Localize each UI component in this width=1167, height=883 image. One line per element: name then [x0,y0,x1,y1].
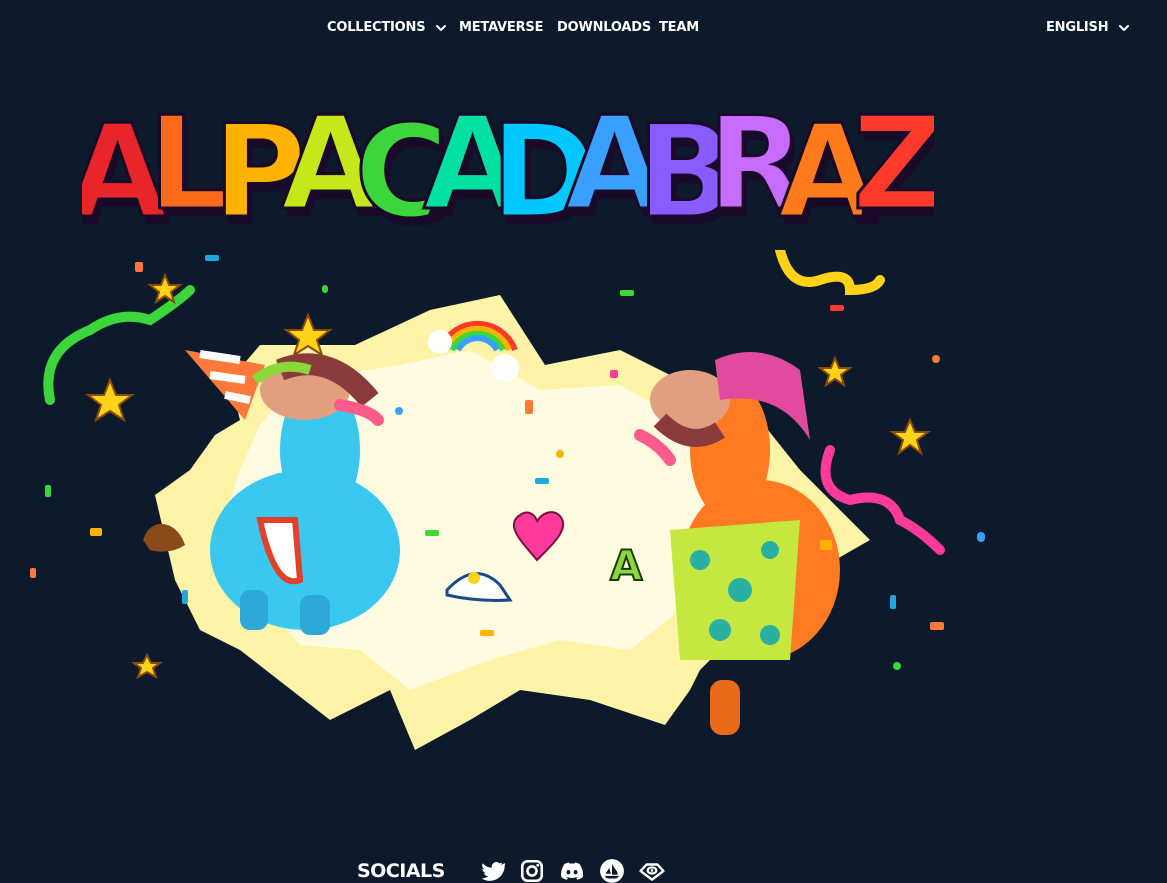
instagram-icon[interactable] [519,858,545,883]
hero-logo: AALLPPAACCAADDAABBRRAAZZ [82,92,934,252]
nav-metaverse[interactable]: METAVERSE [459,20,543,35]
chevron-down-icon [1118,22,1130,34]
language-label: ENGLISH [1046,20,1109,35]
socials-label: SOCIALS [357,860,445,882]
nav-team-label: TEAM [659,20,699,35]
nav-downloads-label: DOWNLOADS [557,20,651,35]
opensea-icon[interactable] [599,858,625,883]
socials-section: SOCIALS [357,858,665,883]
green-streamer [43,285,195,405]
chevron-down-icon [435,22,447,34]
yellow-streamer [775,250,885,296]
nav-team[interactable]: TEAM [659,20,699,35]
twitter-icon[interactable] [479,858,505,883]
nav-metaverse-label: METAVERSE [459,20,544,35]
looksrare-icon[interactable] [639,858,665,883]
nav-collections-label: COLLECTIONS [327,20,426,35]
logo-wordmark: AALLPPAACCAADDAABBRRAAZZ [82,92,934,252]
top-navigation: COLLECTIONS METAVERSE DOWNLOADS TEAM ENG… [0,0,1167,56]
nav-collections[interactable]: COLLECTIONS [327,20,447,35]
letter-a-pendant: A [610,541,643,590]
party-illustration: A [30,250,985,750]
discord-icon[interactable] [559,858,585,883]
language-selector[interactable]: ENGLISH [1046,20,1130,35]
nav-downloads[interactable]: DOWNLOADS [557,20,651,35]
logo-letter: Z [852,92,934,239]
